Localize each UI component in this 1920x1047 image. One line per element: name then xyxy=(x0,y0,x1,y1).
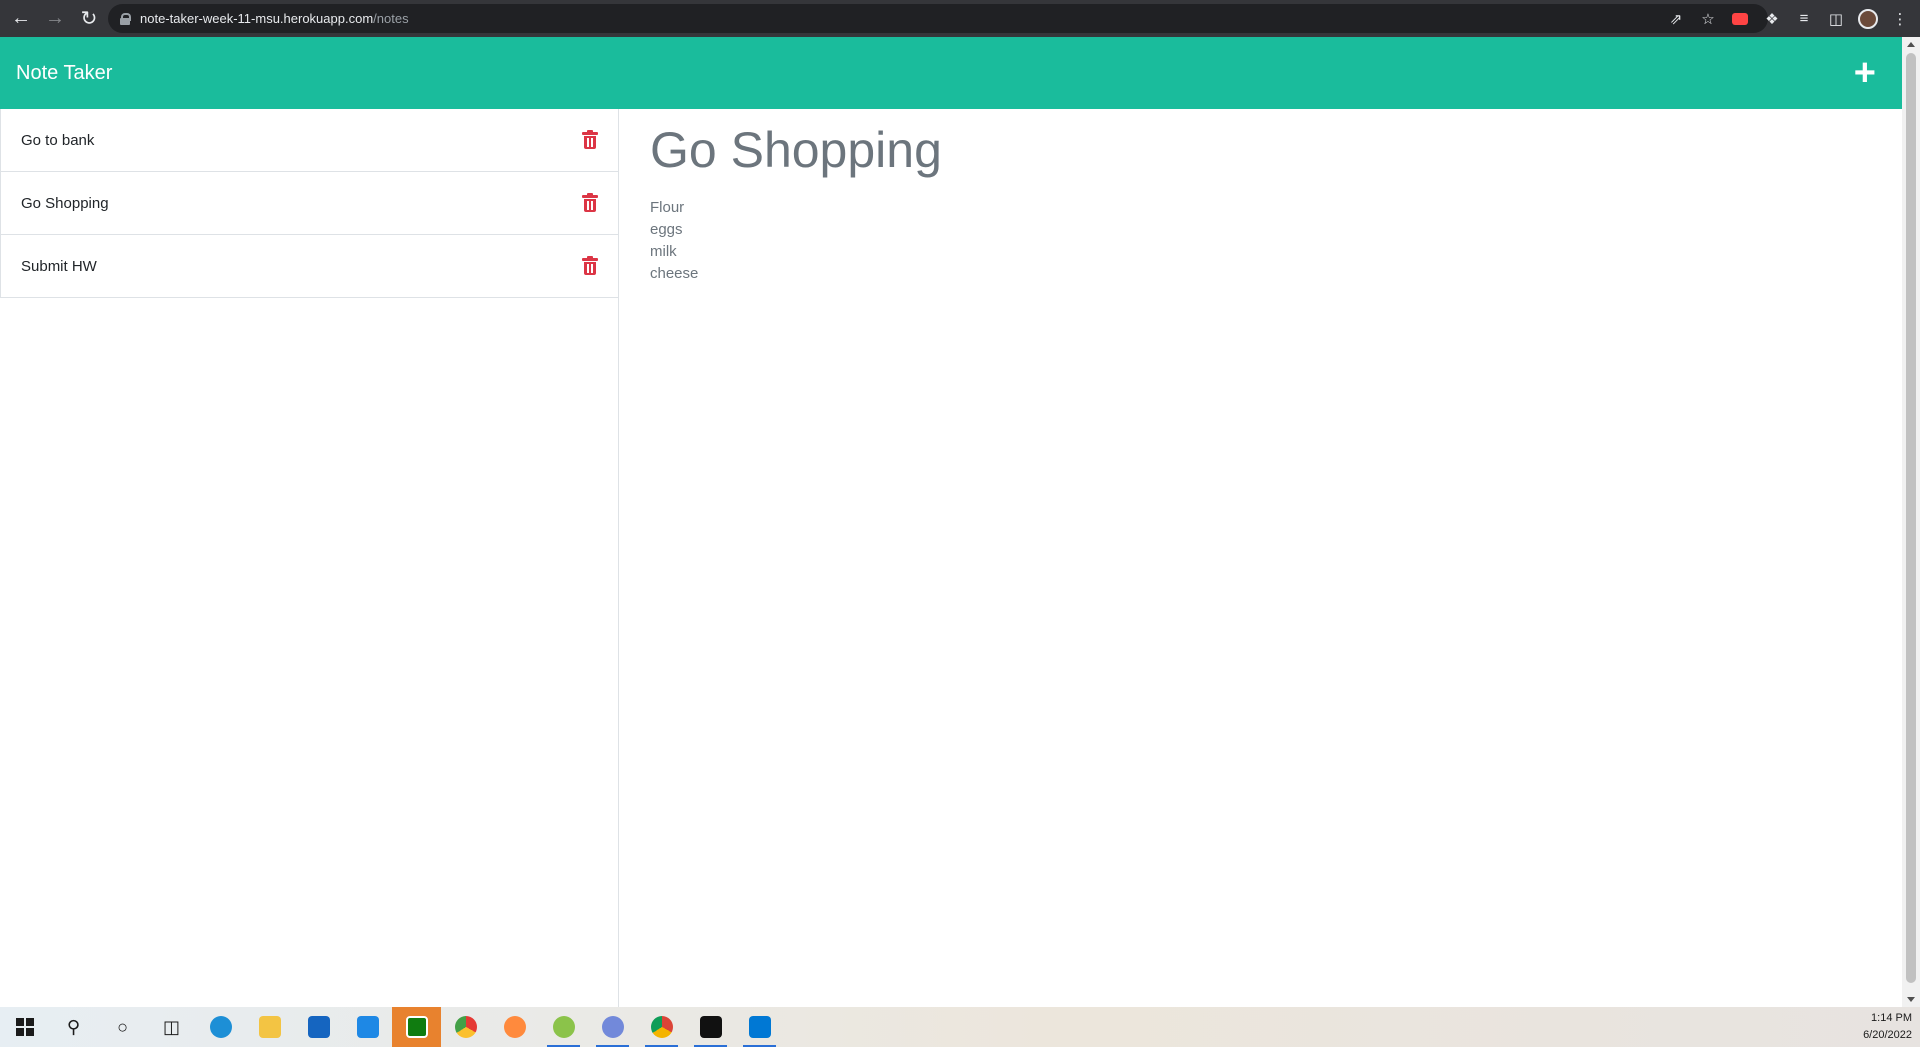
list-item[interactable]: Go Shopping xyxy=(0,172,618,235)
list-item[interactable]: Submit HW xyxy=(0,235,618,298)
scroll-down-arrow-icon[interactable] xyxy=(1907,997,1915,1002)
menu-kebab-icon[interactable]: ⋮ xyxy=(1890,9,1910,29)
system-clock[interactable]: 1:14 PM 6/20/2022 xyxy=(1863,1010,1912,1044)
plus-icon[interactable]: + xyxy=(1854,54,1876,92)
share-icon[interactable]: ⇗ xyxy=(1666,9,1686,29)
browser-toolbar: ← → ↻ note-taker-week-11-msu.herokuapp.c… xyxy=(0,0,1920,37)
xbox-icon[interactable] xyxy=(392,1007,441,1047)
clock-time: 1:14 PM xyxy=(1871,1012,1912,1024)
file-explorer-icon[interactable] xyxy=(245,1007,294,1047)
extension-red-icon[interactable] xyxy=(1730,9,1750,29)
note-title-display: Go Shopping xyxy=(650,122,942,178)
cortana-icon[interactable]: ○ xyxy=(98,1007,147,1047)
browser-actions: ⇗ ☆ ❖ ≡ ◫ ⋮ xyxy=(1666,0,1910,37)
trash-icon[interactable] xyxy=(582,193,598,212)
page-scrollbar[interactable] xyxy=(1902,37,1920,1007)
note-title[interactable]: Go to bank xyxy=(21,132,94,149)
profile-avatar[interactable] xyxy=(1858,8,1878,29)
note-editor: Go Shopping Flour eggs milk cheese xyxy=(620,109,1902,1007)
notes-list: Go to bank Go Shopping Submit HW xyxy=(0,109,619,1007)
brand-title[interactable]: Note Taker xyxy=(16,62,112,85)
list-item[interactable]: Go to bank xyxy=(0,109,618,172)
swirl-app-icon[interactable] xyxy=(490,1007,539,1047)
clock-date: 6/20/2022 xyxy=(1863,1029,1912,1041)
extensions-puzzle-icon[interactable]: ❖ xyxy=(1762,9,1782,29)
reading-list-icon[interactable]: ≡ xyxy=(1794,9,1814,29)
scroll-thumb[interactable] xyxy=(1906,53,1916,983)
start-icon[interactable] xyxy=(0,1007,49,1047)
edge-icon[interactable] xyxy=(196,1007,245,1047)
chrome-icon[interactable] xyxy=(637,1007,686,1047)
forward-icon[interactable]: → xyxy=(42,6,68,32)
task-view-icon[interactable]: ◫ xyxy=(147,1007,196,1047)
back-icon[interactable]: ← xyxy=(8,6,34,32)
chrome-canary-icon[interactable] xyxy=(441,1007,490,1047)
bookmark-star-icon[interactable]: ☆ xyxy=(1698,9,1718,29)
app-navbar: Note Taker + xyxy=(0,37,1902,109)
lock-icon xyxy=(120,12,131,25)
url-path: /notes xyxy=(373,11,409,26)
trash-icon[interactable] xyxy=(582,130,598,149)
note-title[interactable]: Submit HW xyxy=(21,258,97,275)
mail-icon[interactable] xyxy=(343,1007,392,1047)
w-app-icon[interactable] xyxy=(539,1007,588,1047)
note-title[interactable]: Go Shopping xyxy=(21,195,109,212)
side-panel-icon[interactable]: ◫ xyxy=(1826,9,1846,29)
vscode-icon[interactable] xyxy=(735,1007,784,1047)
terminal-icon[interactable] xyxy=(686,1007,735,1047)
scroll-up-arrow-icon[interactable] xyxy=(1907,42,1915,47)
address-bar[interactable]: note-taker-week-11-msu.herokuapp.com/not… xyxy=(108,4,1768,33)
reload-icon[interactable]: ↻ xyxy=(76,6,102,32)
url-host: note-taker-week-11-msu.herokuapp.com xyxy=(140,11,374,26)
trash-icon[interactable] xyxy=(582,256,598,275)
discord-icon[interactable] xyxy=(588,1007,637,1047)
search-icon[interactable]: ⚲ xyxy=(49,1007,98,1047)
note-text-display: Flour eggs milk cheese xyxy=(650,199,699,282)
store-icon[interactable] xyxy=(294,1007,343,1047)
taskbar: ⚲ ○ ◫ 1:14 PM 6/20/2022 xyxy=(0,1007,1920,1047)
